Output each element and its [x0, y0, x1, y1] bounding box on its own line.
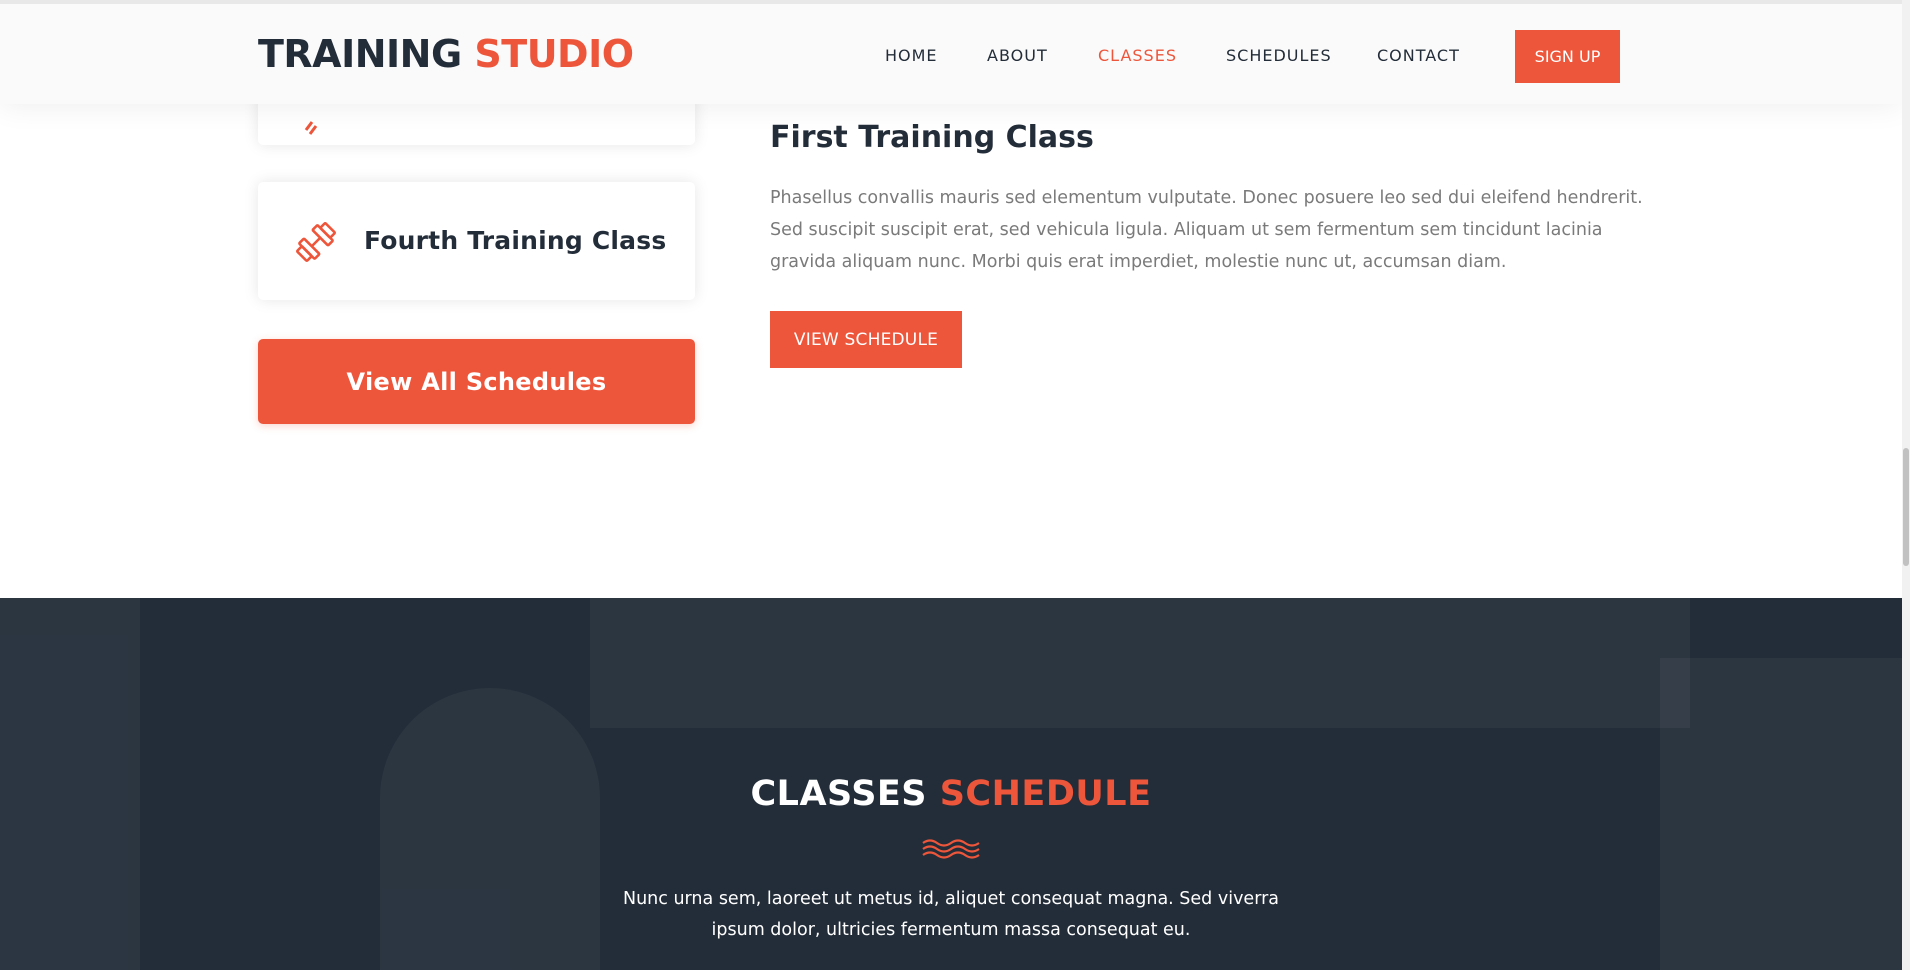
logo-text-primary: TRAINING	[258, 32, 462, 76]
class-detail-text: Phasellus convallis mauris sed elementum…	[770, 188, 1643, 272]
waves-icon	[922, 839, 980, 859]
class-card-label: Fourth Training Class	[364, 226, 667, 255]
nav-item-classes[interactable]: CLASSES	[1098, 46, 1177, 65]
section-description: Nunc urna sem, laoreet ut metus id, aliq…	[623, 889, 1279, 940]
signup-button[interactable]: SIGN UP	[1515, 30, 1620, 83]
view-schedule-button[interactable]: VIEW SCHEDULE	[770, 311, 962, 368]
class-card-fourth[interactable]: Fourth Training Class	[258, 182, 695, 300]
nav-item-about[interactable]: ABOUT	[987, 46, 1048, 65]
schedule-section: CLASSES SCHEDULE Nunc urna sem, laoreet …	[0, 598, 1902, 970]
dumbbell-icon	[304, 121, 318, 135]
section-title-part2: SCHEDULE	[939, 774, 1152, 814]
nav-item-schedules[interactable]: SCHEDULES	[1226, 46, 1332, 65]
logo-text-accent: STUDIO	[474, 32, 634, 76]
page-content: Fourth Training Class View All Schedules…	[0, 0, 1902, 970]
background-image	[590, 598, 1690, 728]
background-image	[1660, 658, 1902, 970]
section-title-part1: CLASSES	[750, 774, 928, 814]
site-header: TRAINING STUDIO HOME ABOUT CLASSES SCHED…	[0, 0, 1902, 104]
class-detail-title: First Training Class	[770, 120, 1094, 155]
page-scrollbar[interactable]	[1902, 0, 1910, 970]
nav-item-home[interactable]: HOME	[885, 46, 938, 65]
background-image	[380, 688, 600, 970]
nav-item-contact[interactable]: CONTACT	[1377, 46, 1460, 65]
dumbbell-icon	[296, 222, 336, 262]
view-all-schedules-button[interactable]: View All Schedules	[258, 339, 695, 424]
section-title: CLASSES SCHEDULE	[0, 774, 1902, 814]
scrollbar-thumb[interactable]	[1903, 448, 1909, 566]
site-logo[interactable]: TRAINING STUDIO	[258, 32, 634, 76]
